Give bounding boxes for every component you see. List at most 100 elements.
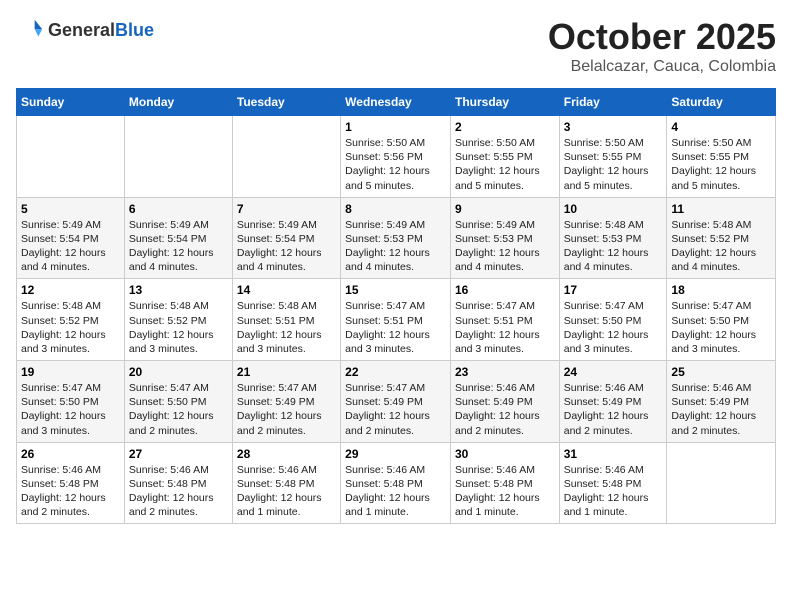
cell-info: Sunrise: 5:48 AM Sunset: 5:52 PM Dayligh…	[21, 299, 120, 356]
calendar-cell: 20Sunrise: 5:47 AM Sunset: 5:50 PM Dayli…	[124, 361, 232, 443]
cell-info: Sunrise: 5:50 AM Sunset: 5:55 PM Dayligh…	[671, 136, 771, 193]
day-number: 17	[564, 283, 663, 297]
day-number: 27	[129, 447, 228, 461]
day-number: 8	[345, 202, 446, 216]
cell-info: Sunrise: 5:46 AM Sunset: 5:48 PM Dayligh…	[237, 463, 336, 520]
day-number: 7	[237, 202, 336, 216]
calendar-cell: 29 Sunrise: 5:46 AM Sunset: 5:48 PM Dayli…	[341, 442, 451, 524]
day-number: 23	[455, 365, 555, 379]
logo-text: GeneralBlue	[48, 21, 154, 39]
title-area: October 2025 Belalcazar, Cauca, Colombia	[548, 16, 776, 76]
cell-info: Sunrise: 5:47 AM Sunset: 5:49 PM Dayligh…	[237, 381, 336, 438]
header-monday: Monday	[124, 89, 232, 116]
day-number: 28	[237, 447, 336, 461]
day-number: 24	[564, 365, 663, 379]
calendar-cell: 26 Sunrise: 5:46 AM Sunset: 5:48 PM Dayli…	[17, 442, 125, 524]
cell-info: Sunrise: 5:48 AM Sunset: 5:53 PM Dayligh…	[564, 218, 663, 275]
calendar-cell: 22Sunrise: 5:47 AM Sunset: 5:49 PM Dayli…	[341, 361, 451, 443]
calendar-cell	[667, 442, 776, 524]
calendar-header-row: SundayMondayTuesdayWednesdayThursdayFrid…	[17, 89, 776, 116]
calendar-cell: 11 Sunrise: 5:48 AM Sunset: 5:52 PM Dayli…	[667, 197, 776, 279]
header-thursday: Thursday	[450, 89, 559, 116]
calendar-cell: 7 Sunrise: 5:49 AM Sunset: 5:54 PM Daylig…	[232, 197, 340, 279]
day-number: 1	[345, 120, 446, 134]
header-tuesday: Tuesday	[232, 89, 340, 116]
cell-info: Sunrise: 5:46 AM Sunset: 5:49 PM Dayligh…	[564, 381, 663, 438]
calendar-cell: 4 Sunrise: 5:50 AM Sunset: 5:55 PM Daylig…	[667, 116, 776, 198]
calendar-cell: 5Sunrise: 5:49 AM Sunset: 5:54 PM Daylig…	[17, 197, 125, 279]
calendar-cell: 21Sunrise: 5:47 AM Sunset: 5:49 PM Dayli…	[232, 361, 340, 443]
cell-info: Sunrise: 5:46 AM Sunset: 5:49 PM Dayligh…	[455, 381, 555, 438]
calendar-cell	[232, 116, 340, 198]
cell-info: Sunrise: 5:46 AM Sunset: 5:48 PM Dayligh…	[345, 463, 446, 520]
day-number: 2	[455, 120, 555, 134]
calendar-week-row: 26 Sunrise: 5:46 AM Sunset: 5:48 PM Dayli…	[17, 442, 776, 524]
cell-info: Sunrise: 5:46 AM Sunset: 5:48 PM Dayligh…	[129, 463, 228, 520]
calendar-cell	[124, 116, 232, 198]
cell-info: Sunrise: 5:46 AM Sunset: 5:48 PM Dayligh…	[564, 463, 663, 520]
cell-info: Sunrise: 5:47 AM Sunset: 5:51 PM Dayligh…	[455, 299, 555, 356]
day-number: 31	[564, 447, 663, 461]
day-number: 15	[345, 283, 446, 297]
calendar-cell: 23 Sunrise: 5:46 AM Sunset: 5:49 PM Dayli…	[450, 361, 559, 443]
cell-info: Sunrise: 5:47 AM Sunset: 5:50 PM Dayligh…	[21, 381, 120, 438]
calendar-cell: 17 Sunrise: 5:47 AM Sunset: 5:50 PM Dayli…	[559, 279, 667, 361]
day-number: 6	[129, 202, 228, 216]
cell-info: Sunrise: 5:47 AM Sunset: 5:51 PM Dayligh…	[345, 299, 446, 356]
calendar-week-row: 1 Sunrise: 5:50 AM Sunset: 5:56 PM Daylig…	[17, 116, 776, 198]
calendar-cell: 28 Sunrise: 5:46 AM Sunset: 5:48 PM Dayli…	[232, 442, 340, 524]
logo: GeneralBlue	[16, 16, 154, 44]
calendar-cell: 18 Sunrise: 5:47 AM Sunset: 5:50 PM Dayli…	[667, 279, 776, 361]
day-number: 18	[671, 283, 771, 297]
location-subtitle: Belalcazar, Cauca, Colombia	[548, 58, 776, 76]
day-number: 4	[671, 120, 771, 134]
cell-info: Sunrise: 5:49 AM Sunset: 5:53 PM Dayligh…	[345, 218, 446, 275]
calendar-week-row: 19 Sunrise: 5:47 AM Sunset: 5:50 PM Dayli…	[17, 361, 776, 443]
day-number: 3	[564, 120, 663, 134]
day-number: 10	[564, 202, 663, 216]
cell-info: Sunrise: 5:50 AM Sunset: 5:55 PM Dayligh…	[455, 136, 555, 193]
calendar-cell: 16 Sunrise: 5:47 AM Sunset: 5:51 PM Dayli…	[450, 279, 559, 361]
day-number: 26	[21, 447, 120, 461]
cell-info: Sunrise: 5:49 AM Sunset: 5:54 PM Dayligh…	[129, 218, 228, 275]
cell-info: Sunrise: 5:48 AM Sunset: 5:51 PM Dayligh…	[237, 299, 336, 356]
cell-info: Sunrise: 5:47 AM Sunset: 5:50 PM Dayligh…	[671, 299, 771, 356]
cell-info: Sunrise: 5:48 AM Sunset: 5:52 PM Dayligh…	[129, 299, 228, 356]
cell-info: Sunrise: 5:46 AM Sunset: 5:48 PM Dayligh…	[21, 463, 120, 520]
day-number: 29	[345, 447, 446, 461]
header-sunday: Sunday	[17, 89, 125, 116]
day-number: 30	[455, 447, 555, 461]
calendar-table: SundayMondayTuesdayWednesdayThursdayFrid…	[16, 88, 776, 524]
calendar-cell: 1 Sunrise: 5:50 AM Sunset: 5:56 PM Daylig…	[341, 116, 451, 198]
cell-info: Sunrise: 5:48 AM Sunset: 5:52 PM Dayligh…	[671, 218, 771, 275]
header-friday: Friday	[559, 89, 667, 116]
header-wednesday: Wednesday	[341, 89, 451, 116]
calendar-week-row: 5 Sunrise: 5:49 AM Sunset: 5:54 PM Daylig…	[17, 197, 776, 279]
calendar-cell: 27 Sunrise: 5:46 AM Sunset: 5:48 PM Dayli…	[124, 442, 232, 524]
day-number: 20	[129, 365, 228, 379]
calendar-cell: 2 Sunrise: 5:50 AM Sunset: 5:55 PM Daylig…	[450, 116, 559, 198]
calendar-cell: 10 Sunrise: 5:48 AM Sunset: 5:53 PM Dayli…	[559, 197, 667, 279]
day-number: 16	[455, 283, 555, 297]
calendar-cell: 12Sunrise: 5:48 AM Sunset: 5:52 PM Dayli…	[17, 279, 125, 361]
day-number: 25	[671, 365, 771, 379]
day-number: 5	[21, 202, 120, 216]
cell-info: Sunrise: 5:46 AM Sunset: 5:48 PM Dayligh…	[455, 463, 555, 520]
header-saturday: Saturday	[667, 89, 776, 116]
page-header: GeneralBlue October 2025 Belalcazar, Cau…	[16, 16, 776, 76]
calendar-cell: 24 Sunrise: 5:46 AM Sunset: 5:49 PM Dayli…	[559, 361, 667, 443]
cell-info: Sunrise: 5:47 AM Sunset: 5:50 PM Dayligh…	[564, 299, 663, 356]
day-number: 14	[237, 283, 336, 297]
day-number: 19	[21, 365, 120, 379]
calendar-cell: 30 Sunrise: 5:46 AM Sunset: 5:48 PM Dayli…	[450, 442, 559, 524]
calendar-cell: 14 Sunrise: 5:48 AM Sunset: 5:51 PM Dayli…	[232, 279, 340, 361]
cell-info: Sunrise: 5:49 AM Sunset: 5:53 PM Dayligh…	[455, 218, 555, 275]
cell-info: Sunrise: 5:46 AM Sunset: 5:49 PM Dayligh…	[671, 381, 771, 438]
day-number: 22	[345, 365, 446, 379]
cell-info: Sunrise: 5:49 AM Sunset: 5:54 PM Dayligh…	[237, 218, 336, 275]
day-number: 9	[455, 202, 555, 216]
cell-info: Sunrise: 5:50 AM Sunset: 5:56 PM Dayligh…	[345, 136, 446, 193]
calendar-cell: 19 Sunrise: 5:47 AM Sunset: 5:50 PM Dayli…	[17, 361, 125, 443]
calendar-cell: 31 Sunrise: 5:46 AM Sunset: 5:48 PM Dayli…	[559, 442, 667, 524]
day-number: 11	[671, 202, 771, 216]
